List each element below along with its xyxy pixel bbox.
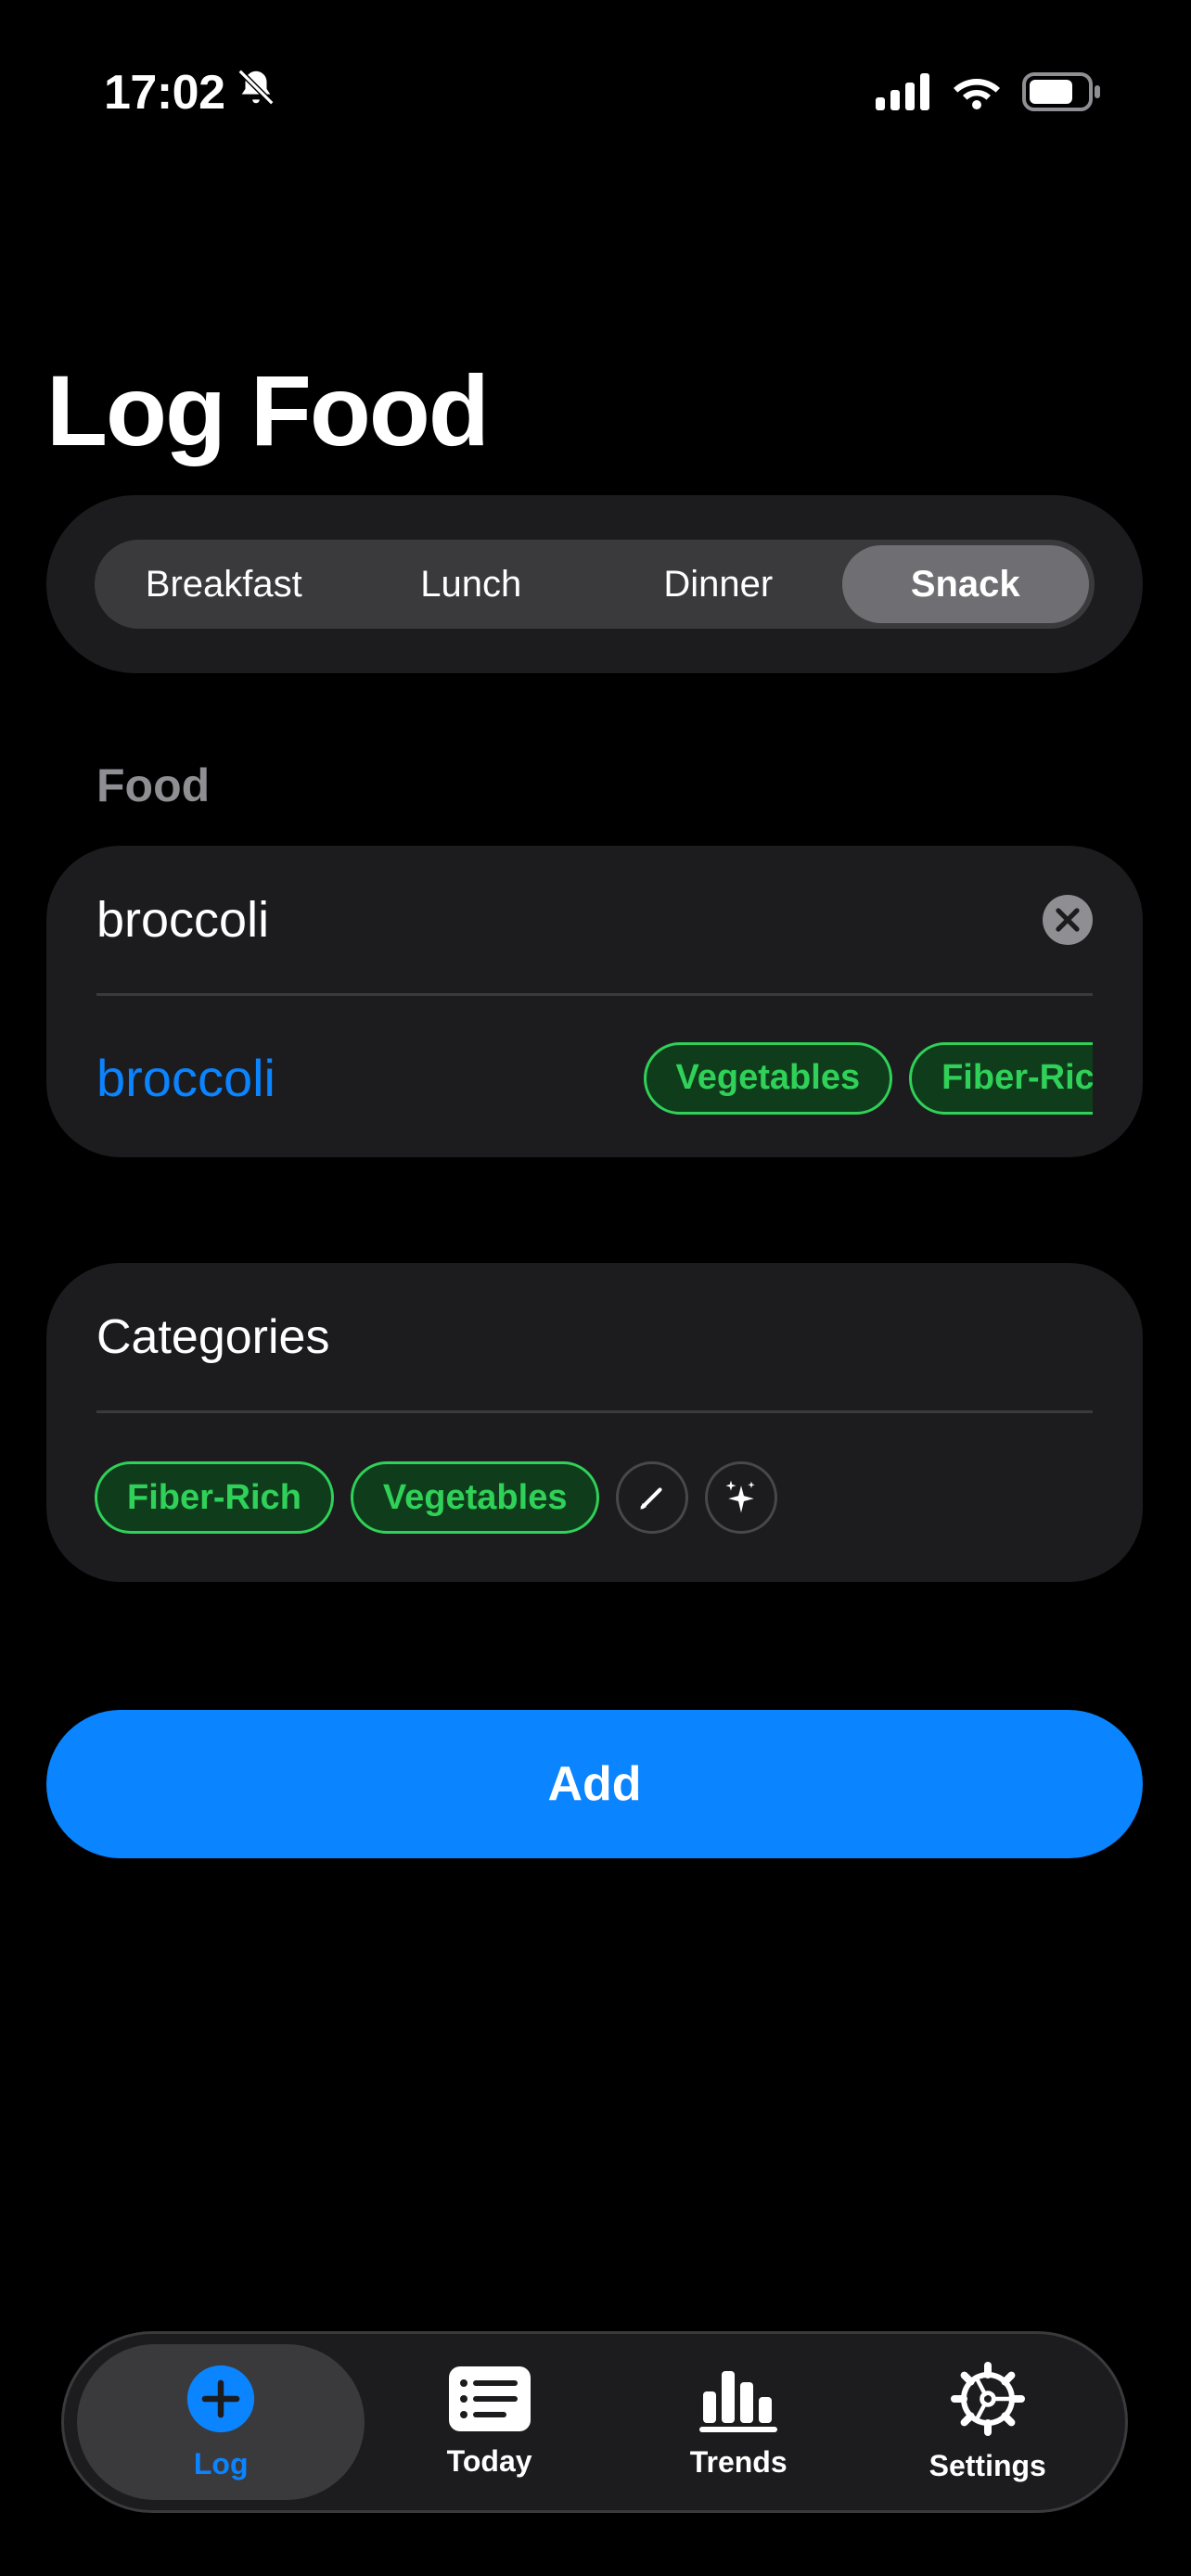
- segment-snack[interactable]: Snack: [841, 545, 1089, 623]
- segment-dinner[interactable]: Dinner: [595, 545, 842, 623]
- status-icons: [876, 72, 1102, 116]
- categories-title: Categories: [96, 1309, 330, 1364]
- battery-icon: [1022, 72, 1102, 116]
- suggestion-tags: Vegetables Fiber-Rich: [643, 1041, 1093, 1115]
- chart-bars-icon: [699, 2370, 778, 2432]
- category-tag[interactable]: Fiber-Rich: [95, 1461, 334, 1534]
- clear-input-button[interactable]: [1043, 894, 1093, 945]
- tab-today[interactable]: Today: [365, 2344, 614, 2500]
- food-input-row: broccoli: [96, 846, 1093, 996]
- meal-picker-card: Breakfast Lunch Dinner Snack: [46, 495, 1143, 673]
- wifi-icon: [952, 73, 1002, 115]
- food-suggestion[interactable]: broccoli Vegetables Fiber-Rich: [96, 999, 1093, 1157]
- food-card: broccoli broccoli Vegetables Fiber-Rich: [46, 846, 1143, 1157]
- gear-icon: [950, 2361, 1025, 2436]
- time-text: 17:02: [104, 66, 225, 120]
- pencil-icon: [640, 1487, 663, 1510]
- bell-slash-icon: [235, 65, 277, 121]
- food-search-input[interactable]: broccoli: [96, 891, 269, 949]
- suggestion-tag: Fiber-Rich: [909, 1041, 1093, 1115]
- food-section-label: Food: [96, 759, 211, 811]
- category-tags: Fiber-Rich Vegetables: [95, 1461, 778, 1534]
- category-tag[interactable]: Vegetables: [350, 1461, 600, 1534]
- tab-trends[interactable]: Trends: [614, 2344, 864, 2500]
- segment-lunch[interactable]: Lunch: [348, 545, 596, 623]
- close-icon: [1056, 907, 1080, 932]
- add-button[interactable]: Add: [46, 1710, 1143, 1858]
- tab-settings[interactable]: Settings: [863, 2344, 1112, 2500]
- page-title: Log Food: [46, 354, 490, 466]
- tab-log[interactable]: Log: [77, 2344, 365, 2500]
- categories-card: Categories Fiber-Rich Vegetables: [46, 1263, 1143, 1582]
- categories-header: Categories: [96, 1263, 1093, 1413]
- edit-categories-button[interactable]: [616, 1461, 689, 1534]
- tab-label: Settings: [928, 2448, 1046, 2482]
- auto-categorize-button[interactable]: [705, 1461, 778, 1534]
- log-food-screen: 17:02 Log Food Breakfast Lunch Dinner Sn…: [0, 0, 1191, 2576]
- sparkles-icon: [725, 1480, 756, 1513]
- tab-bar: Log Today Trends Settings: [61, 2331, 1128, 2513]
- status-bar-time: 17:02: [104, 65, 277, 121]
- meal-segmented-control: Breakfast Lunch Dinner Snack: [95, 540, 1095, 629]
- tab-label: Log: [193, 2446, 249, 2480]
- tab-label: Today: [446, 2443, 532, 2478]
- plus-circle-icon: [187, 2365, 255, 2432]
- cellular-signal-icon: [876, 73, 931, 115]
- suggestion-name[interactable]: broccoli: [96, 1048, 275, 1108]
- tab-label: Trends: [689, 2444, 788, 2479]
- suggestion-tag: Vegetables: [643, 1041, 893, 1115]
- segment-breakfast[interactable]: Breakfast: [100, 545, 348, 623]
- list-icon: [448, 2366, 531, 2431]
